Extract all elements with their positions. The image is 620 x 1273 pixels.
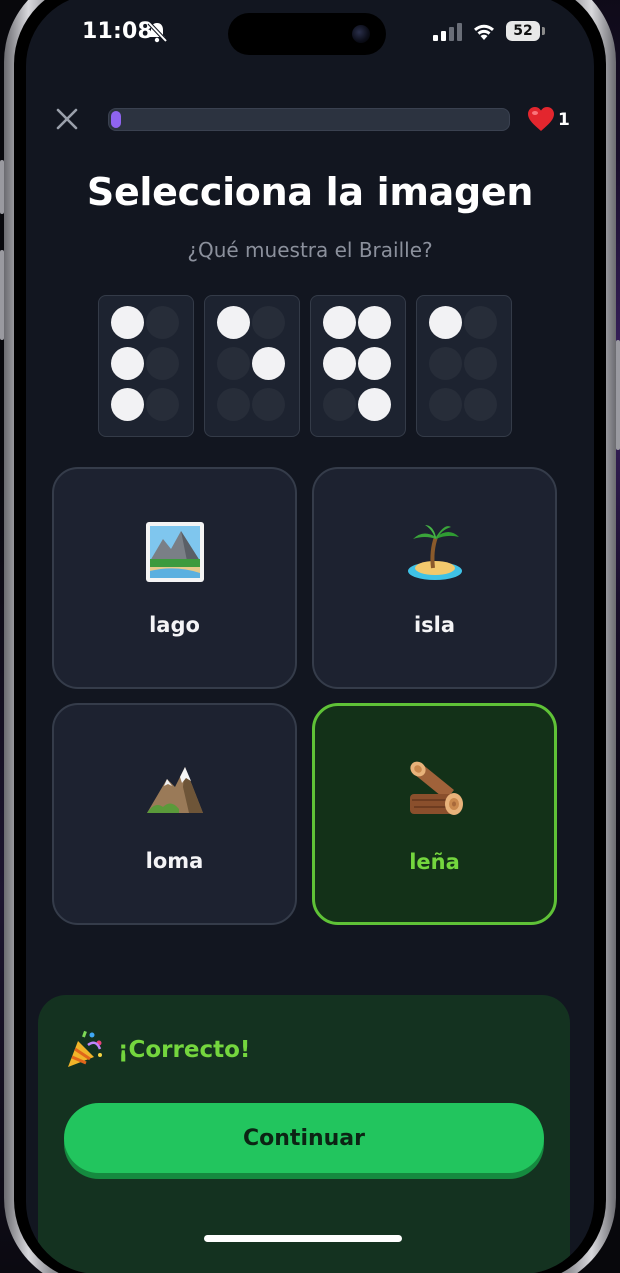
braille-dot-flat [252,388,285,421]
braille-dot-flat [464,347,497,380]
braille-dot-raised [358,388,391,421]
braille-dot-raised [323,347,356,380]
braille-dot-raised [111,306,144,339]
battery-indicator: 52 [506,21,540,41]
braille-dot-flat [252,306,285,339]
braille-dot-flat [146,347,179,380]
desert-island-icon [314,521,555,587]
phone-side-button [0,250,4,340]
lesson-progress-bar [108,108,510,131]
landscape-photo-icon [54,521,295,587]
question-subtitle: ¿Qué muestra el Braille? [187,238,433,262]
phone-side-button [0,160,4,214]
close-icon[interactable] [54,106,80,132]
braille-dot-raised [252,347,285,380]
feedback-panel: ¡Correcto! Continuar [38,995,570,1273]
braille-dot-flat [429,388,462,421]
phone-screen: 11:08 52 1 Selecciona la imagen ¿Qué mue… [26,0,594,1273]
progress-fill [111,111,121,128]
braille-cell [310,295,406,437]
option-card-loma[interactable]: loma [52,703,297,925]
braille-dot-raised [323,306,356,339]
option-label: loma [145,849,204,873]
braille-dot-raised [429,306,462,339]
braille-dot-flat [464,306,497,339]
braille-dot-flat [464,388,497,421]
braille-dot-flat [429,347,462,380]
option-label: leña [409,850,460,874]
braille-dot-raised [358,347,391,380]
braille-cell [204,295,300,437]
braille-dot-raised [111,347,144,380]
phone-side-button [616,340,620,450]
option-label: lago [149,613,200,637]
option-card-lago[interactable]: lago [52,467,297,689]
continue-button[interactable]: Continuar [64,1103,544,1173]
wifi-icon [474,24,494,40]
wood-logs-icon [315,758,554,826]
option-label: isla [413,613,456,637]
braille-cell [416,295,512,437]
braille-dot-raised [358,306,391,339]
braille-cell [98,295,194,437]
braille-dot-flat [217,388,250,421]
braille-dot-flat [217,347,250,380]
home-indicator[interactable] [204,1235,402,1242]
option-card-isla[interactable]: isla [312,467,557,689]
lives-count: 1 [558,110,570,130]
cellular-signal-icon [433,23,462,41]
braille-dot-flat [323,388,356,421]
dynamic-island [228,13,386,55]
braille-dot-flat [146,306,179,339]
braille-dot-raised [217,306,250,339]
mountain-icon [54,757,295,823]
option-card-lena[interactable]: leña [312,703,557,925]
heart-icon [528,107,554,131]
status-time: 11:08 [82,19,154,44]
braille-dot-flat [146,388,179,421]
party-popper-icon [68,1030,102,1067]
page-title: Selecciona la imagen [86,170,534,214]
braille-dot-raised [111,388,144,421]
battery-tip [542,27,545,35]
feedback-text: ¡Correcto! [118,1037,251,1063]
bell-muted-icon [147,21,167,43]
